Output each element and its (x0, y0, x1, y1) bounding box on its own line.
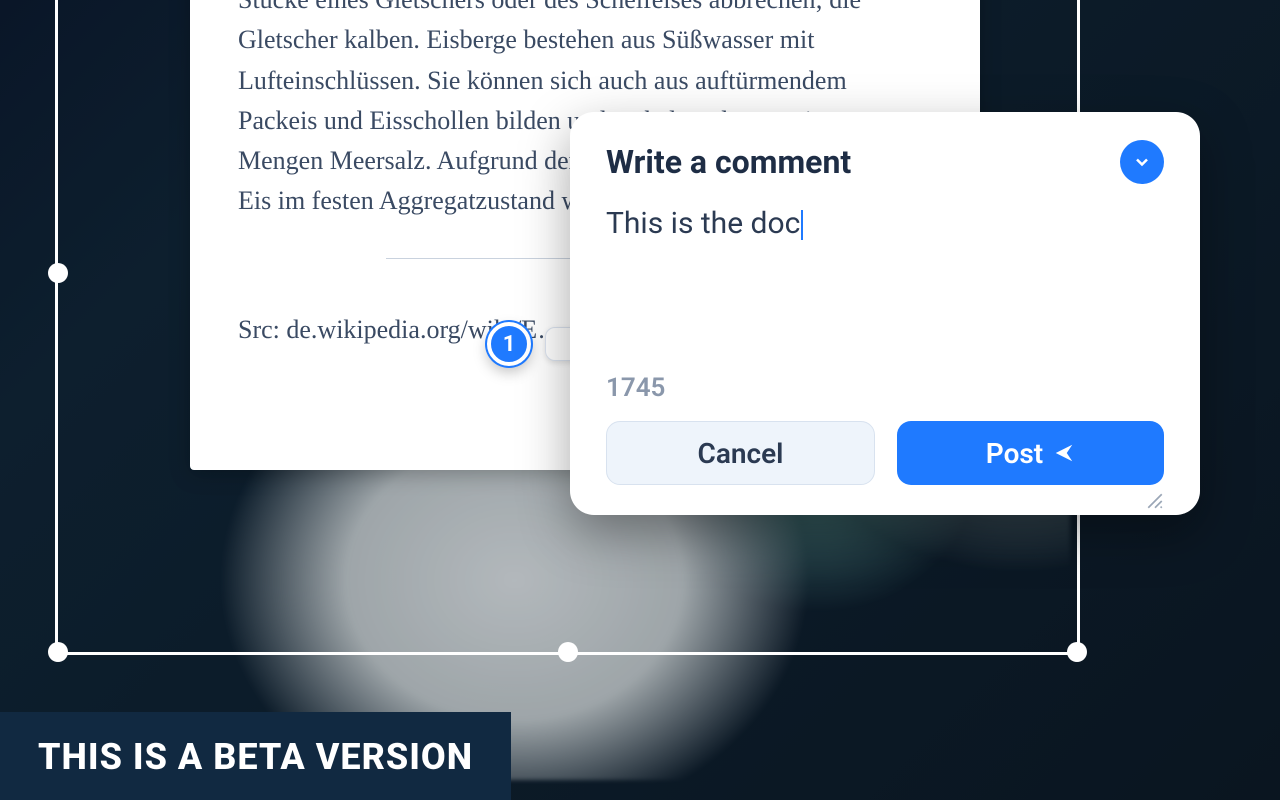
resize-handle-bottom-left[interactable] (48, 642, 68, 662)
textarea-resize-grip[interactable] (1146, 492, 1164, 514)
comment-input[interactable]: This is the doc (606, 202, 1164, 367)
character-count: 1745 (606, 373, 1164, 403)
chevron-down-icon (1132, 152, 1152, 172)
collapse-button[interactable] (1120, 140, 1164, 184)
text-caret (801, 210, 803, 240)
post-button[interactable]: Post (897, 421, 1164, 485)
resize-handle-mid-left[interactable] (48, 263, 68, 283)
beta-banner-text: THIS IS A BETA VERSION (38, 736, 473, 778)
comment-popover: Write a comment This is the doc 1745 Can… (570, 112, 1200, 515)
send-icon (1053, 442, 1075, 464)
cancel-button-label: Cancel (698, 437, 784, 470)
beta-banner: THIS IS A BETA VERSION (0, 712, 511, 800)
canvas-viewport: Stücke eines Gletschers oder des Schelfe… (0, 0, 1280, 800)
button-row: Cancel Post (606, 421, 1164, 485)
comment-input-value: This is the doc (606, 206, 800, 241)
comment-pin-number: 1 (503, 332, 516, 357)
post-button-label: Post (986, 437, 1043, 470)
comment-pin[interactable]: 1 (487, 322, 531, 366)
resize-handle-bottom-right[interactable] (1067, 642, 1087, 662)
comment-popover-title: Write a comment (606, 143, 851, 181)
cancel-button[interactable]: Cancel (606, 421, 875, 485)
resize-handle-bottom-mid[interactable] (558, 642, 578, 662)
